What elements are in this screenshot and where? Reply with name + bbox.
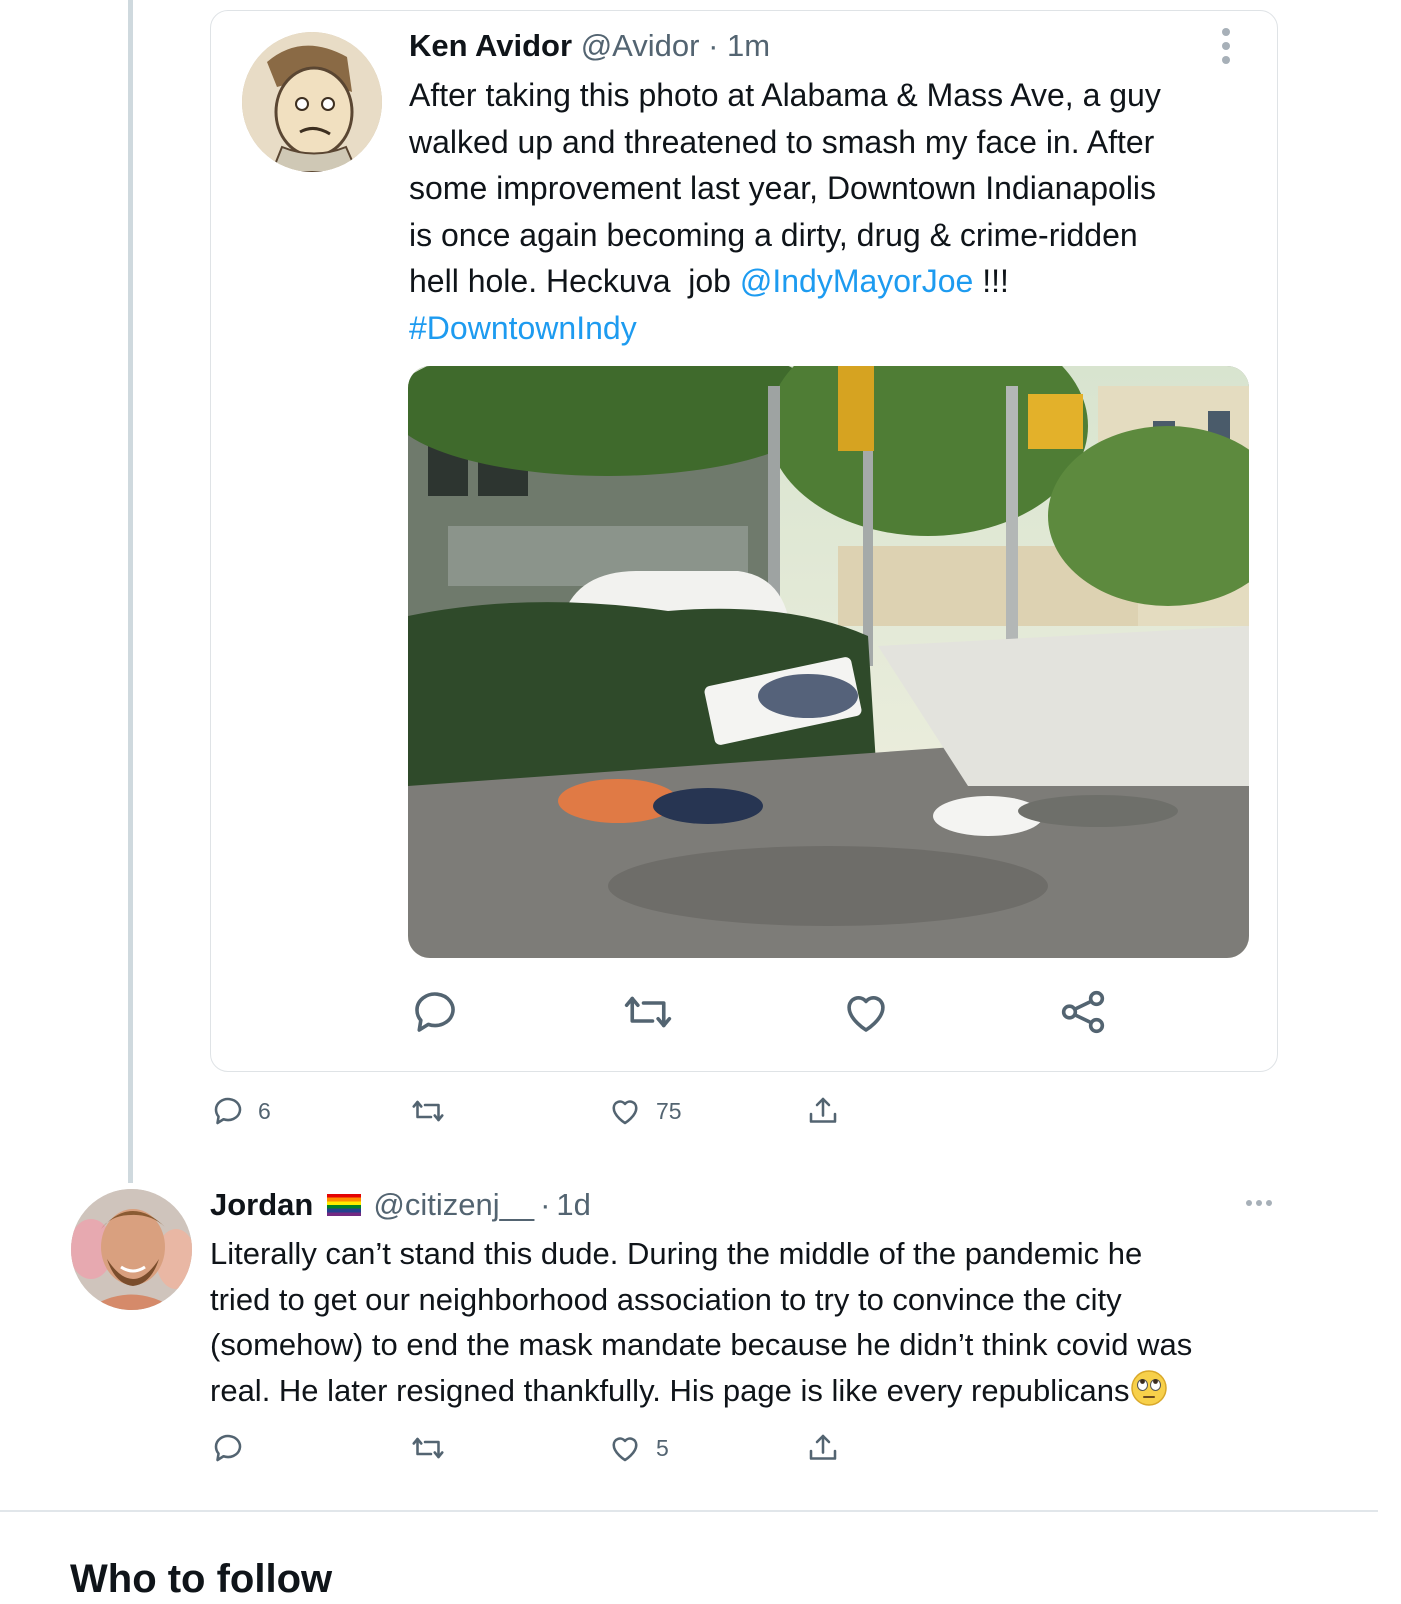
retweet-icon [412, 1437, 444, 1459]
author-name[interactable]: Ken Avidor [409, 28, 572, 63]
reply-button[interactable] [210, 1430, 258, 1466]
avatar[interactable] [242, 32, 382, 172]
reply-icon [214, 1434, 242, 1462]
street-scene-photo [408, 366, 1249, 958]
tweet-text-line: (somehow) to end the mask mandate becaus… [210, 1327, 1193, 1362]
retweet-button[interactable] [409, 1093, 459, 1129]
like-count: 75 [656, 1097, 682, 1124]
reply-count: 6 [258, 1097, 271, 1124]
hashtag-link[interactable]: #DowntownIndy [409, 310, 637, 346]
like-count: 5 [656, 1434, 669, 1461]
upload-share-icon [809, 1434, 837, 1460]
quoted-tweet-text: After taking this photo at Alabama & Mas… [409, 72, 1259, 351]
tweet-text-line: #DowntownIndy [409, 305, 1259, 352]
more-options-icon[interactable] [1216, 28, 1236, 68]
like-icon [612, 1437, 638, 1462]
like-button[interactable]: 5 [606, 1430, 669, 1466]
retweet-icon[interactable] [621, 985, 677, 1041]
like-icon [612, 1100, 638, 1125]
tweet-text-line: real. He later resigned thankfully. His … [210, 1368, 1300, 1420]
quoted-tweet-actions [408, 985, 1168, 1045]
tweet-timestamp[interactable]: 1m [727, 28, 770, 63]
tweet-text-line: After taking this photo at Alabama & Mas… [409, 77, 1161, 113]
author-handle[interactable]: @Avidor [581, 28, 700, 63]
profile-photo [71, 1189, 192, 1310]
reply-icon[interactable] [408, 985, 464, 1041]
reply-icon [214, 1097, 242, 1125]
who-to-follow-heading: Who to follow [70, 1557, 333, 1601]
mention-link[interactable]: @IndyMayorJoe [740, 263, 973, 299]
tweet-text-line: some improvement last year, Downtown Ind… [409, 170, 1157, 206]
tweet-timestamp[interactable]: 1d [556, 1183, 590, 1227]
retweet-icon [412, 1100, 444, 1122]
separator-dot: · [708, 28, 719, 63]
tweet-photo[interactable] [408, 366, 1249, 958]
reply-tweet-text: Literally can’t stand this dude. During … [210, 1231, 1300, 1419]
thread-connector-line [128, 0, 133, 1183]
more-options-icon[interactable] [1246, 1200, 1272, 1206]
reply-tweet-header: Jordan @citizenj__ · 1d [210, 1183, 591, 1227]
author-handle[interactable]: @citizenj__ [373, 1183, 534, 1227]
upload-share-icon [809, 1097, 837, 1123]
like-button[interactable]: 75 [606, 1093, 682, 1129]
share-icon[interactable] [1056, 985, 1112, 1041]
like-icon[interactable] [839, 985, 895, 1041]
avatar[interactable] [71, 1189, 192, 1310]
retweet-button[interactable] [409, 1430, 459, 1466]
rainbow-flag-icon [327, 1194, 362, 1216]
share-button[interactable] [804, 1093, 842, 1129]
reply-button[interactable]: 6 [210, 1093, 271, 1129]
tweet-text-line: walked up and threatened to smash my fac… [409, 123, 1155, 160]
tweet-text-line: Literally can’t stand this dude. During … [210, 1236, 1143, 1271]
tweet-text-line: tried to get our neighborhood associatio… [210, 1281, 1122, 1317]
tweet-text-line: hell hole. Heckuva job @IndyMayorJoe !!! [409, 263, 1009, 299]
eye-roll-emoji-icon [1130, 1369, 1168, 1420]
cartoon-avatar-illustration [242, 32, 382, 172]
quoted-tweet-header: Ken Avidor @Avidor · 1m [409, 24, 770, 68]
tweet-text-line: is once again becoming a dirty, drug & c… [409, 216, 1138, 253]
author-name[interactable]: Jordan [210, 1183, 313, 1227]
section-divider [0, 1510, 1378, 1512]
share-button[interactable] [804, 1430, 842, 1466]
separator-dot: · [540, 1187, 551, 1222]
